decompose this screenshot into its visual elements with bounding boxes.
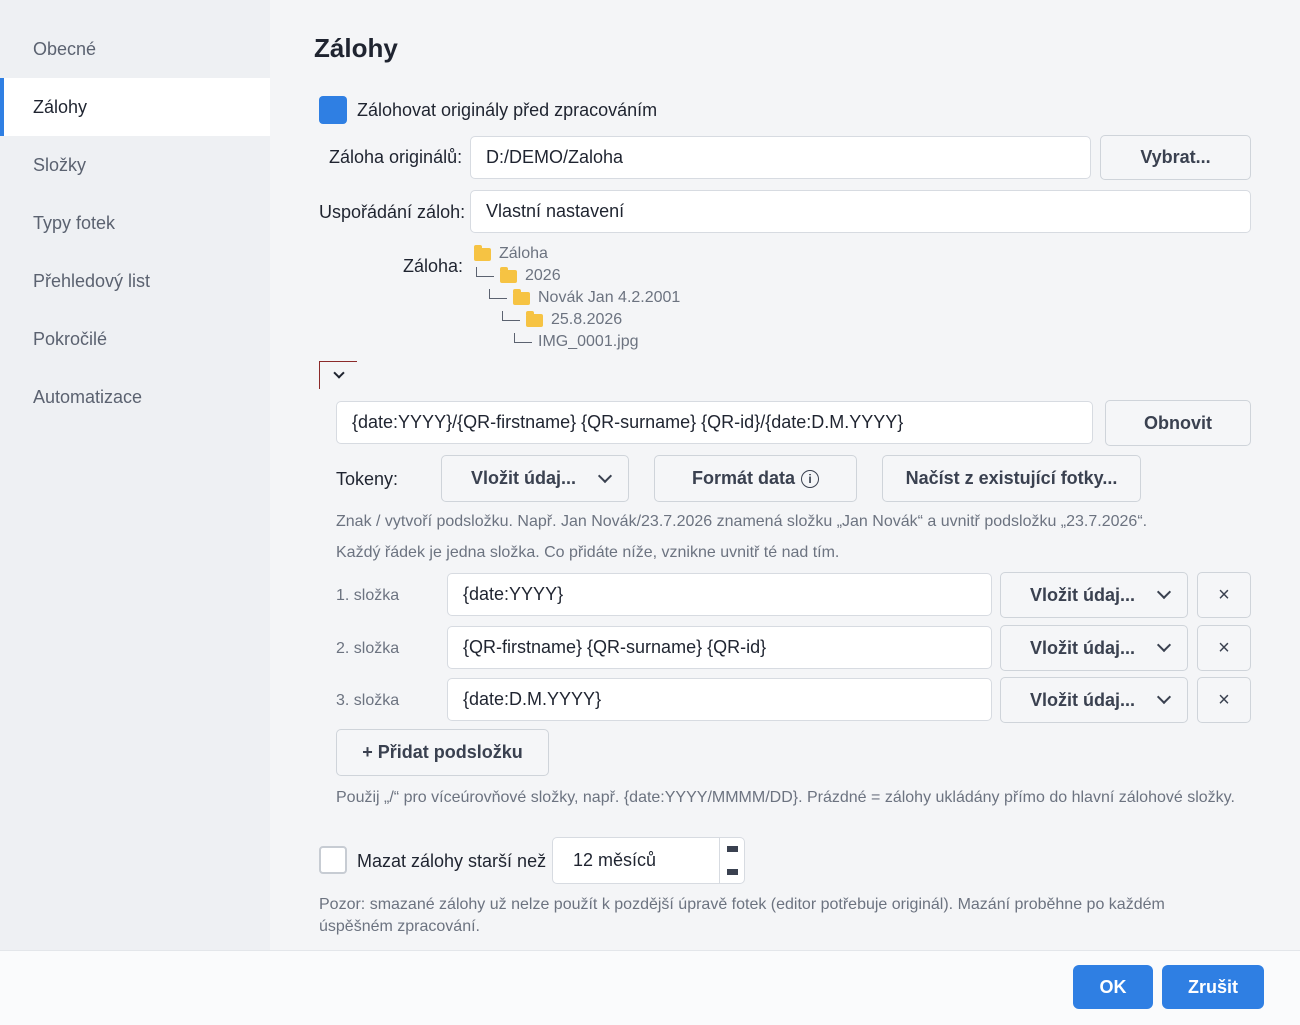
- folder-value: {date:YYYY}: [463, 584, 564, 604]
- chevron-down-icon: [1156, 689, 1172, 705]
- help-text-multilevel: Použij „/“ pro víceúrovňové složky, např…: [336, 789, 1235, 806]
- folder-insert-dropdown-3[interactable]: Vložit údaj...: [1000, 677, 1188, 723]
- tree-node-label: 25.8.2026: [551, 311, 623, 328]
- tree-node-label: 2026: [525, 267, 561, 284]
- remove-folder-button-3[interactable]: ×: [1197, 677, 1251, 723]
- organization-select[interactable]: Vlastní nastavení: [470, 190, 1251, 233]
- folder-icon: [526, 310, 543, 327]
- insert-token-label: Vložit údaj...: [471, 468, 577, 488]
- date-format-label: Formát data: [691, 468, 796, 488]
- retention-spinbox[interactable]: 12 měsíců: [552, 837, 745, 884]
- tree-branch-icon: [476, 267, 494, 277]
- close-icon: ×: [1218, 583, 1230, 606]
- dialog-footer: OK Zrušit: [0, 950, 1300, 1025]
- browse-button[interactable]: Vybrat...: [1100, 135, 1251, 180]
- folder-value: {QR-firstname} {QR-surname} {QR-id}: [463, 637, 767, 657]
- warning-text: Pozor: smazané zálohy už nelze použít k …: [319, 896, 1165, 935]
- folder-icon: [474, 244, 491, 261]
- folder-icon: [500, 266, 517, 283]
- folder-row-label: 3. složka: [336, 692, 400, 709]
- info-icon: i: [801, 469, 820, 488]
- tree-node: IMG_0001.jpg: [474, 331, 680, 353]
- spin-buttons: [719, 838, 744, 883]
- pattern-input[interactable]: {date:YYYY}/{QR-firstname} {QR-surname} …: [336, 401, 1093, 444]
- folder-insert-dropdown-2[interactable]: Vložit údaj...: [1000, 625, 1188, 671]
- delete-old-label: Mazat zálohy starší než: [357, 851, 547, 871]
- tree-node-label: Novák Jan 4.2.2001: [538, 289, 681, 306]
- chevron-down-icon: [597, 468, 613, 483]
- load-from-photo-button[interactable]: Načíst z existující fotky...: [882, 455, 1141, 502]
- spin-down-icon[interactable]: [727, 869, 738, 875]
- backup-path-value: D:/DEMO/Zaloha: [486, 147, 624, 167]
- backup-path-label: Záloha originálů:: [329, 147, 463, 167]
- backup-originals-label: Zálohovat originály před zpracováním: [357, 100, 658, 120]
- backup-originals-checkbox[interactable]: [319, 96, 347, 124]
- folder-input-1[interactable]: {date:YYYY}: [447, 573, 992, 616]
- preview-label: Záloha:: [403, 256, 464, 276]
- organization-value: Vlastní nastavení: [486, 201, 625, 221]
- tree-node-label: Záloha: [499, 245, 548, 262]
- pattern-value: {date:YYYY}/{QR-firstname} {QR-surname} …: [352, 412, 904, 432]
- folder-row-label: 1. složka: [336, 587, 400, 604]
- spin-up-icon[interactable]: [727, 846, 738, 852]
- tree-node: Novák Jan 4.2.2001: [474, 287, 680, 309]
- folder-input-2[interactable]: {QR-firstname} {QR-surname} {QR-id}: [447, 626, 992, 669]
- tree-branch-icon: [514, 333, 532, 343]
- sidebar-item-overview-sheet[interactable]: Přehledový list: [0, 252, 270, 310]
- backup-path-input[interactable]: D:/DEMO/Zaloha: [470, 136, 1091, 179]
- tree-node: 2026: [474, 265, 680, 287]
- page-title: Zálohy: [314, 33, 398, 63]
- delete-old-checkbox[interactable]: [319, 846, 347, 874]
- chevron-down-icon: [1156, 637, 1172, 653]
- organization-label: Uspořádání záloh:: [319, 202, 466, 222]
- help-text-slash: Znak / vytvoří podsložku. Např. Jan Nová…: [336, 513, 1148, 530]
- close-icon: ×: [1218, 688, 1230, 711]
- sidebar-item-backups[interactable]: Zálohy: [0, 78, 270, 136]
- sidebar-item-general[interactable]: Obecné: [0, 20, 270, 78]
- sidebar-item-automation[interactable]: Automatizace: [0, 368, 270, 426]
- tree-node: Záloha: [474, 243, 680, 265]
- retention-value: 12 měsíců: [573, 850, 657, 870]
- tokens-label: Tokeny:: [336, 469, 399, 489]
- tree-node: 25.8.2026: [474, 309, 680, 331]
- insert-token-dropdown[interactable]: Vložit údaj...: [441, 455, 629, 502]
- remove-folder-button-1[interactable]: ×: [1197, 572, 1251, 618]
- insert-token-label: Vložit údaj...: [1030, 689, 1136, 710]
- ok-button[interactable]: OK: [1073, 965, 1153, 1009]
- sidebar-item-folders[interactable]: Složky: [0, 136, 270, 194]
- folder-input-3[interactable]: {date:D.M.YYYY}: [447, 678, 992, 721]
- settings-sidebar: Obecné Zálohy Složky Typy fotek Přehledo…: [0, 0, 270, 950]
- backups-panel: Zálohy Zálohovat originály před zpracová…: [271, 0, 1300, 950]
- tree-branch-icon: [489, 289, 507, 299]
- tree-node-label: IMG_0001.jpg: [538, 333, 639, 350]
- folder-insert-dropdown-1[interactable]: Vložit údaj...: [1000, 572, 1188, 618]
- date-format-button[interactable]: Formát data i: [654, 455, 857, 502]
- folder-value: {date:D.M.YYYY}: [463, 689, 602, 709]
- help-text-folders: Každý řádek je jedna složka. Co přidáte …: [336, 544, 840, 561]
- cancel-button[interactable]: Zrušit: [1162, 965, 1264, 1009]
- insert-token-label: Vložit údaj...: [1030, 637, 1136, 658]
- sidebar-item-photo-types[interactable]: Typy fotek: [0, 194, 270, 252]
- preview-tree: Záloha 2026 Novák Jan 4.2.2001 25.8.2026…: [474, 243, 680, 353]
- chevron-down-icon: [1156, 584, 1172, 600]
- sidebar-item-advanced[interactable]: Pokročilé: [0, 310, 270, 368]
- tree-branch-icon: [502, 311, 520, 321]
- chevron-down-icon: [332, 366, 345, 379]
- remove-folder-button-2[interactable]: ×: [1197, 625, 1251, 671]
- refresh-button[interactable]: Obnovit: [1105, 400, 1251, 446]
- add-subfolder-button[interactable]: + Přidat podsložku: [336, 729, 549, 776]
- close-icon: ×: [1218, 636, 1230, 659]
- folder-row-label: 2. složka: [336, 640, 400, 657]
- folder-icon: [513, 288, 530, 305]
- collapse-toggle[interactable]: [319, 361, 357, 389]
- insert-token-label: Vložit údaj...: [1030, 584, 1136, 605]
